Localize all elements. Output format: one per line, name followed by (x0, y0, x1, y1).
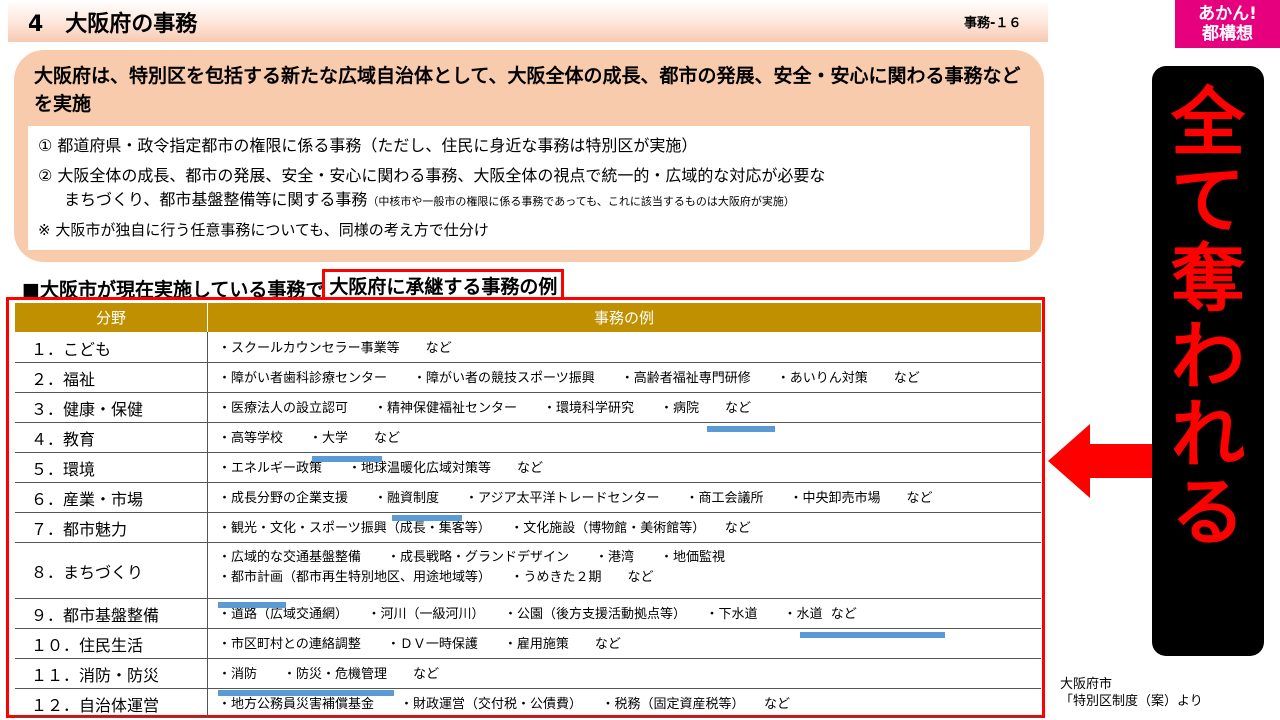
row-divider (207, 452, 208, 482)
intro-headline: 大阪府は、特別区を包括する新たな広域自治体として、大阪全体の成長、都市の発展、安… (34, 65, 1021, 115)
table-row: ３．健康・保健 ・医療法人の設立認可 ・精神保健福祉センター ・環境科学研究 ・病… (15, 392, 1041, 423)
row-examples: ・地方公務員災害補償基金 ・財政運営（交付税・公債費） ・税務（固定資産税等） … (218, 697, 791, 712)
row-divider (207, 332, 208, 362)
row-divider (207, 658, 208, 688)
row-divider (207, 598, 208, 628)
col-header-field: 分野 (95, 309, 126, 327)
table-row: ５．環境 ・エネルギー政策 ・地球温暖化広域対策等 など (15, 452, 1041, 483)
table-row: ８．まちづくり ・広域的な交通基盤整備 ・成長戦略・グランドデザイン ・港湾 ・地… (15, 542, 1041, 599)
row-category: ９．都市基盤整備 (31, 606, 160, 625)
row-category: １．こども (31, 340, 112, 359)
callout-char: て (1171, 158, 1245, 244)
row-category: ４．教育 (31, 430, 96, 449)
highlight-underline (392, 515, 462, 521)
highlight-underline (800, 632, 945, 638)
row-divider (207, 688, 208, 717)
slide-number: 事務-１６ (964, 16, 1022, 31)
table-row: ９．都市基盤整備 ・道路（広域交通網） ・河川（一級河川） ・公園（後方支援活動拠… (15, 598, 1041, 629)
table-row: ６．産業・市場 ・成長分野の企業支援 ・融資制度 ・アジア太平洋トレードセンター … (15, 482, 1041, 513)
badge-line-2: 都構想 (1202, 24, 1253, 44)
callout-char: れ (1171, 392, 1245, 478)
left-arrow-icon (1048, 424, 1152, 498)
intro-list: ① 都道府県・政令指定都市の権限に係る事務（ただし、住民に身近な事務は特別区が実… (28, 126, 1030, 250)
examples-table: 分野 事務の例 １．こども ・スクールカウンセラー事業等 など ２．福祉 ・障がい者歯… (6, 297, 1045, 718)
row-category: １１．消防・防災 (31, 666, 160, 685)
highlight-underline (707, 426, 775, 432)
intro-item-1: ① 都道府県・政令指定都市の権限に係る事務（ただし、住民に身近な事務は特別区が実… (38, 136, 698, 155)
table-header: 分野 事務の例 (15, 303, 1041, 332)
row-examples: ・医療法人の設立認可 ・精神保健福祉センター ・環境科学研究 ・病院 など (218, 401, 752, 416)
highlight-underline (312, 456, 382, 462)
callout-box: 全て奪われる (1152, 66, 1264, 656)
col-header-examples: 事務の例 (593, 309, 654, 327)
row-examples: ・観光・文化・スポーツ振興（成長・集客等） ・文化施設（博物館・美術館等） など (218, 521, 751, 536)
table-row: １．こども ・スクールカウンセラー事業等 など (15, 332, 1041, 363)
source-line-1: 大阪府市 (1060, 677, 1113, 692)
callout-char: る (1171, 470, 1245, 556)
row-examples: ・障がい者歯科診療センター ・障がい者の競技スポーツ振興 ・高齢者福祉専門研修 … (218, 371, 920, 386)
row-examples: ・広域的な交通基盤整備 ・成長戦略・グランドデザイン ・港湾 ・地価監視 ・都市… (218, 550, 726, 585)
highlight-underline (218, 690, 394, 696)
row-examples: ・高等学校 ・大学 など (218, 431, 401, 446)
table-row: ２．福祉 ・障がい者歯科診療センター ・障がい者の競技スポーツ振興 ・高齢者福祉専… (15, 362, 1041, 393)
row-category: ３．健康・保健 (31, 400, 144, 419)
callout-char: わ (1171, 314, 1245, 400)
row-divider (207, 628, 208, 658)
intro-item-2-cont: まちづくり、都市基盤整備等に関する事務（中核市や一般市の権限に係る事務であっても… (64, 188, 795, 214)
source-note: 大阪府市 「特別区制度（案）より (1060, 676, 1203, 710)
source-line-2: 「特別区制度（案）より (1060, 694, 1203, 709)
row-divider (207, 482, 208, 512)
brand-badge: あかん! 都構想 (1175, 0, 1280, 48)
table-row: ４．教育 ・高等学校 ・大学 など (15, 422, 1041, 453)
intro-note: ※ 大阪市が独自に行う任意事務についても、同様の考え方で仕分け (38, 221, 489, 239)
table-row: ７．都市魅力 ・観光・文化・スポーツ振興（成長・集客等） ・文化施設（博物館・美術… (15, 512, 1041, 543)
row-divider (207, 422, 208, 452)
intro-item-2-line2: まちづくり、都市基盤整備等に関する事務 (64, 190, 368, 209)
callout-text: 全て奪われる (1152, 84, 1264, 552)
intro-item-2: ② 大阪全体の成長、都市の発展、安全・安心に関わる事務、大阪全体の視点で統一的・… (38, 166, 826, 185)
row-category: ７．都市魅力 (31, 520, 128, 539)
row-divider (207, 542, 208, 598)
row-divider (207, 362, 208, 392)
row-category: ５．環境 (31, 460, 96, 479)
callout-char: 全 (1171, 80, 1245, 166)
row-examples: ・市区町村との連絡調整 ・ＤＶ一時保護 ・雇用施策 など (218, 637, 621, 652)
row-category: ６．産業・市場 (31, 490, 144, 509)
row-divider (207, 512, 208, 542)
table-row: １２．自治体運営 ・地方公務員災害補償基金 ・財政運営（交付税・公債費） ・税務（… (15, 688, 1041, 718)
row-category: ８．まちづくり (31, 563, 144, 582)
row-examples: ・成長分野の企業支援 ・融資制度 ・アジア太平洋トレードセンター ・商工会議所 … (218, 491, 933, 506)
intro-item-2-note: （中核市や一般市の権限に係る事務であっても、これに該当するものは大阪府が実施） (367, 195, 795, 208)
row-category: １０．住民生活 (31, 636, 144, 655)
badge-line-1: あかん! (1198, 4, 1257, 24)
highlight-underline (218, 602, 286, 608)
callout-char: 奪 (1171, 236, 1245, 322)
row-examples: ・道路（広域交通網） ・河川（一級河川） ・公園（後方支援活動拠点等） ・下水道… (218, 607, 857, 622)
row-examples: ・スクールカウンセラー事業等 など (218, 341, 452, 356)
row-category: ２．福祉 (31, 370, 96, 389)
row-examples: ・エネルギー政策 ・地球温暖化広域対策等 など (218, 461, 544, 476)
row-examples: ・消防 ・防災・危機管理 など (218, 667, 440, 682)
table-row: １１．消防・防災 ・消防 ・防災・危機管理 など (15, 658, 1041, 689)
row-category: １２．自治体運営 (31, 695, 160, 715)
row-divider (207, 392, 208, 422)
section-title: 4 大阪府の事務 (28, 12, 198, 37)
